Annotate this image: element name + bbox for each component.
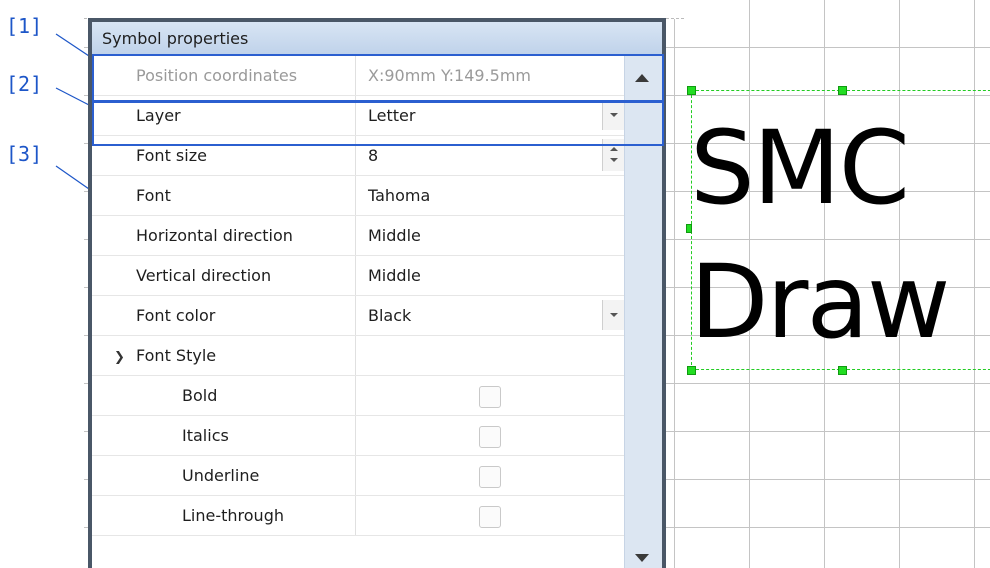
property-group-font-style[interactable]: ❯ Font Style [92, 336, 624, 376]
property-name: Font color [92, 296, 356, 335]
selection-handle[interactable] [687, 86, 696, 95]
line-through-checkbox[interactable] [479, 506, 501, 528]
scroll-down-arrow-icon[interactable] [635, 554, 649, 562]
bold-checkbox[interactable] [479, 386, 501, 408]
dropdown-arrow-icon[interactable] [602, 300, 624, 330]
property-row-horizontal-direction[interactable]: Horizontal direction Middle [92, 216, 624, 256]
property-value [356, 496, 624, 535]
spin-down-icon[interactable] [610, 158, 618, 162]
font-size-value[interactable]: 8 [368, 146, 378, 165]
property-value [356, 416, 624, 455]
spin-up-icon[interactable] [610, 147, 618, 151]
property-name: Italics [92, 416, 356, 455]
property-row-italics[interactable]: Italics [92, 416, 624, 456]
selection-handle[interactable] [838, 86, 847, 95]
font-field[interactable]: Tahoma [356, 176, 624, 215]
highlight-layer-row [92, 101, 664, 146]
panel-title: Symbol properties [92, 22, 662, 56]
property-value [356, 376, 624, 415]
group-value [356, 336, 624, 375]
property-row-font-color[interactable]: Font color Black [92, 296, 624, 336]
top-margin [84, 0, 684, 19]
highlight-position-row [92, 54, 664, 102]
font-color-dropdown[interactable]: Black [356, 296, 624, 335]
property-row-underline[interactable]: Underline [92, 456, 624, 496]
property-row-vertical-direction[interactable]: Vertical direction Middle [92, 256, 624, 296]
italics-checkbox[interactable] [479, 426, 501, 448]
selection-handle[interactable] [687, 366, 696, 375]
group-header[interactable]: ❯ Font Style [92, 336, 356, 375]
group-label: Font Style [136, 346, 217, 365]
property-row-line-through[interactable]: Line-through [92, 496, 624, 536]
property-name: Vertical direction [92, 256, 356, 295]
vertical-direction-field[interactable]: Middle [356, 256, 624, 295]
property-name: Horizontal direction [92, 216, 356, 255]
chevron-down-icon[interactable]: ❯ [114, 338, 128, 377]
property-name: Line-through [92, 496, 356, 535]
property-name: Underline [92, 456, 356, 495]
selection-handle[interactable] [838, 366, 847, 375]
property-row-font[interactable]: Font Tahoma [92, 176, 624, 216]
canvas-text-line-1: SMC [690, 109, 910, 228]
property-name: Bold [92, 376, 356, 415]
horizontal-direction-field[interactable]: Middle [356, 216, 624, 255]
property-value [356, 456, 624, 495]
canvas-text-line-2: Draw [690, 243, 950, 362]
font-color-value: Black [368, 306, 412, 325]
underline-checkbox[interactable] [479, 466, 501, 488]
property-row-bold[interactable]: Bold [92, 376, 624, 416]
property-name: Font [92, 176, 356, 215]
